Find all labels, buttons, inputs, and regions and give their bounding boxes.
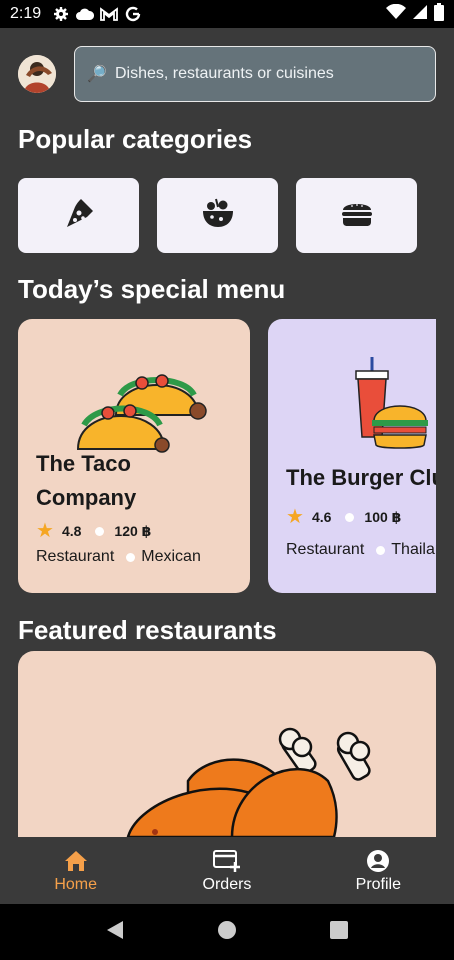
special-type: Restaurant [286, 541, 365, 558]
taco-illustration [18, 345, 250, 457]
category-salad[interactable] [157, 178, 278, 253]
star-icon: ★ [36, 520, 54, 542]
home-icon [64, 848, 88, 874]
recents-icon[interactable] [329, 920, 348, 944]
special-price: 100 ฿ [364, 508, 402, 525]
featured-restaurants-title: Featured restaurants [18, 615, 277, 645]
profile-icon [366, 848, 390, 874]
nav-home-label: Home [54, 875, 97, 893]
special-cuisine: Mexican [141, 548, 201, 565]
nav-home[interactable]: Home [0, 837, 151, 904]
special-meta: ★ 4.8 120 ฿ [36, 521, 151, 541]
avatar[interactable] [18, 55, 56, 93]
orders-icon [212, 848, 241, 874]
back-icon[interactable] [106, 920, 124, 945]
signal-icon [412, 4, 428, 25]
category-pizza[interactable] [18, 178, 139, 253]
categories-row [18, 178, 417, 253]
nav-profile-label: Profile [355, 875, 401, 893]
search-icon: 🔎 [87, 66, 107, 83]
separator-dot [376, 545, 386, 555]
status-bar: 2:19 [0, 0, 454, 28]
special-card-taco[interactable]: The Taco Company ★ 4.8 120 ฿ Restaurant … [18, 319, 250, 593]
status-time: 2:19 [10, 5, 42, 22]
special-menu-carousel[interactable]: The Taco Company ★ 4.8 120 ฿ Restaurant … [18, 319, 436, 593]
special-tags: Restaurant Thailand [286, 541, 436, 559]
google-icon [123, 4, 143, 24]
pizza-icon [63, 197, 95, 234]
special-meta: ★ 4.6 100 ฿ [286, 507, 401, 527]
burger-icon [340, 198, 374, 233]
search-placeholder: Dishes, restaurants or cuisines [115, 65, 334, 82]
category-burger[interactable] [296, 178, 417, 253]
cloud-icon [75, 4, 95, 24]
battery-icon [434, 2, 444, 26]
burger-drink-illustration [268, 345, 436, 457]
special-card-burger[interactable]: The Burger Club ★ 4.6 100 ฿ Restaurant T… [268, 319, 436, 593]
nav-orders-label: Orders [202, 875, 252, 893]
featured-restaurant-card[interactable] [18, 651, 436, 837]
special-tags: Restaurant Mexican [36, 548, 201, 566]
wifi-icon [386, 3, 406, 25]
special-cuisine: Thailand [391, 541, 436, 558]
home-circle-icon[interactable] [217, 920, 237, 945]
special-name-line2: Company [36, 485, 137, 510]
special-rating: 4.8 [61, 523, 82, 539]
special-name-line1: The Taco [36, 451, 131, 476]
nav-orders[interactable]: Orders [151, 837, 302, 904]
nav-profile[interactable]: Profile [303, 837, 454, 904]
system-nav-bar [0, 904, 454, 960]
search-bar[interactable]: 🔎 Dishes, restaurants or cuisines [74, 46, 436, 102]
star-icon: ★ [286, 506, 304, 528]
special-price: 120 ฿ [114, 522, 152, 539]
separator-dot [126, 552, 136, 562]
popular-categories-title: Popular categories [18, 124, 253, 154]
special-rating: 4.6 [311, 509, 332, 525]
separator-dot [345, 512, 355, 522]
gear-icon [51, 4, 71, 24]
chicken-illustration [126, 727, 371, 837]
special-type: Restaurant [36, 548, 115, 565]
special-name: The Burger Club [286, 465, 436, 490]
bottom-nav: Home Orders Profile [0, 837, 454, 904]
salad-bowl-icon [201, 197, 235, 234]
header: 🔎 Dishes, restaurants or cuisines [18, 46, 436, 102]
separator-dot [95, 526, 105, 536]
gmail-icon [99, 4, 119, 24]
special-menu-title: Today’s special menu [18, 274, 286, 304]
